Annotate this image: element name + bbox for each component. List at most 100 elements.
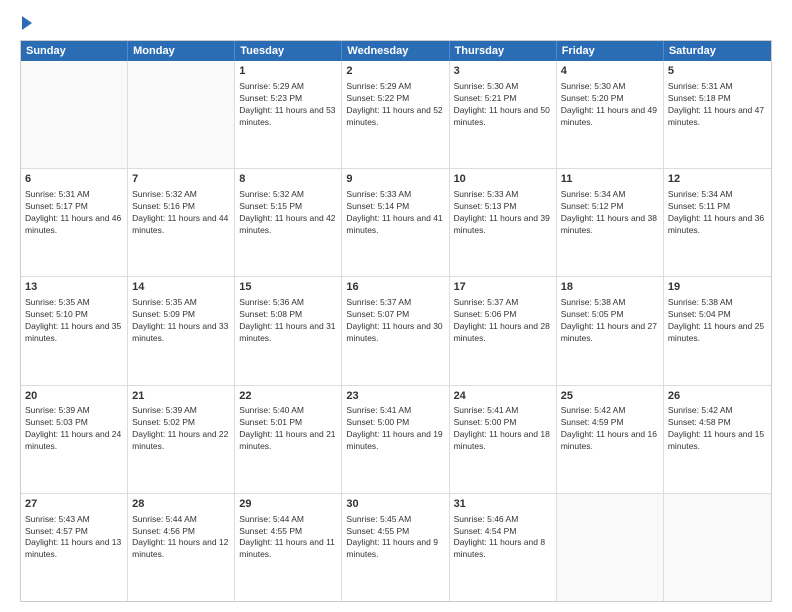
calendar-cell: 24Sunrise: 5:41 AM Sunset: 5:00 PM Dayli… [450, 386, 557, 493]
sun-info: Sunrise: 5:42 AM Sunset: 4:58 PM Dayligh… [668, 405, 767, 453]
weekday-header: Tuesday [235, 41, 342, 61]
calendar-body: 1 Sunrise: 5:29 AM Sunset: 5:23 PM Daylig… [21, 61, 771, 601]
day-number: 25 [561, 389, 659, 404]
sun-info: Sunrise: 5:39 AM Sunset: 5:02 PM Dayligh… [132, 405, 230, 453]
sun-info: Sunrise: 5:39 AM Sunset: 5:03 PM Dayligh… [25, 405, 123, 453]
sun-info: Sunrise: 5:38 AM Sunset: 5:04 PM Dayligh… [668, 297, 767, 345]
calendar-cell: 20Sunrise: 5:39 AM Sunset: 5:03 PM Dayli… [21, 386, 128, 493]
sun-info: Sunrise: 5:41 AM Sunset: 5:00 PM Dayligh… [454, 405, 552, 453]
day-number: 17 [454, 280, 552, 295]
sun-info: Sunrise: 5:32 AM Sunset: 5:15 PM Dayligh… [239, 189, 337, 237]
calendar-cell: 5 Sunrise: 5:31 AM Sunset: 5:18 PM Daylig… [664, 61, 771, 168]
day-number: 12 [668, 172, 767, 187]
day-number: 3 [454, 64, 552, 79]
day-number: 21 [132, 389, 230, 404]
calendar-cell: 11Sunrise: 5:34 AM Sunset: 5:12 PM Dayli… [557, 169, 664, 276]
calendar-cell: 25Sunrise: 5:42 AM Sunset: 4:59 PM Dayli… [557, 386, 664, 493]
calendar-cell: 30 Sunrise: 5:45 AM Sunset: 4:55 PM Dayli… [342, 494, 449, 601]
day-number: 9 [346, 172, 444, 187]
sun-info: Sunrise: 5:34 AM Sunset: 5:12 PM Dayligh… [561, 189, 659, 237]
calendar-cell: 31Sunrise: 5:46 AM Sunset: 4:54 PM Dayli… [450, 494, 557, 601]
calendar-week-row: 27 Sunrise: 5:43 AM Sunset: 4:57 PM Dayli… [21, 494, 771, 601]
weekday-header: Wednesday [342, 41, 449, 61]
day-number: 14 [132, 280, 230, 295]
calendar-cell [664, 494, 771, 601]
header [20, 18, 772, 30]
calendar-cell: 19 Sunrise: 5:38 AM Sunset: 5:04 PM Dayli… [664, 277, 771, 384]
calendar-cell: 27 Sunrise: 5:43 AM Sunset: 4:57 PM Dayli… [21, 494, 128, 601]
day-number: 18 [561, 280, 659, 295]
calendar-cell: 14Sunrise: 5:35 AM Sunset: 5:09 PM Dayli… [128, 277, 235, 384]
day-number: 10 [454, 172, 552, 187]
calendar-cell: 8Sunrise: 5:32 AM Sunset: 5:15 PM Daylig… [235, 169, 342, 276]
sun-info: Sunrise: 5:45 AM Sunset: 4:55 PM Dayligh… [346, 514, 444, 562]
sun-info: Sunrise: 5:44 AM Sunset: 4:55 PM Dayligh… [239, 514, 337, 562]
weekday-header: Sunday [21, 41, 128, 61]
sun-info: Sunrise: 5:30 AM Sunset: 5:21 PM Dayligh… [454, 81, 552, 129]
sun-info: Sunrise: 5:33 AM Sunset: 5:13 PM Dayligh… [454, 189, 552, 237]
calendar-cell: 6Sunrise: 5:31 AM Sunset: 5:17 PM Daylig… [21, 169, 128, 276]
day-number: 7 [132, 172, 230, 187]
day-number: 30 [346, 497, 444, 512]
day-number: 24 [454, 389, 552, 404]
page: SundayMondayTuesdayWednesdayThursdayFrid… [0, 0, 792, 612]
sun-info: Sunrise: 5:36 AM Sunset: 5:08 PM Dayligh… [239, 297, 337, 345]
sun-info: Sunrise: 5:43 AM Sunset: 4:57 PM Dayligh… [25, 514, 123, 562]
sun-info: Sunrise: 5:34 AM Sunset: 5:11 PM Dayligh… [668, 189, 767, 237]
calendar-cell: 21Sunrise: 5:39 AM Sunset: 5:02 PM Dayli… [128, 386, 235, 493]
calendar-cell [128, 61, 235, 168]
sun-info: Sunrise: 5:40 AM Sunset: 5:01 PM Dayligh… [239, 405, 337, 453]
weekday-header: Saturday [664, 41, 771, 61]
day-number: 2 [346, 64, 444, 79]
weekday-header: Thursday [450, 41, 557, 61]
day-number: 29 [239, 497, 337, 512]
sun-info: Sunrise: 5:33 AM Sunset: 5:14 PM Dayligh… [346, 189, 444, 237]
day-number: 6 [25, 172, 123, 187]
sun-info: Sunrise: 5:35 AM Sunset: 5:10 PM Dayligh… [25, 297, 123, 345]
calendar-cell: 2 Sunrise: 5:29 AM Sunset: 5:22 PM Daylig… [342, 61, 449, 168]
calendar-week-row: 20Sunrise: 5:39 AM Sunset: 5:03 PM Dayli… [21, 386, 771, 494]
day-number: 5 [668, 64, 767, 79]
logo-arrow-icon [22, 16, 32, 30]
sun-info: Sunrise: 5:38 AM Sunset: 5:05 PM Dayligh… [561, 297, 659, 345]
day-number: 1 [239, 64, 337, 79]
sun-info: Sunrise: 5:31 AM Sunset: 5:18 PM Dayligh… [668, 81, 767, 129]
day-number: 23 [346, 389, 444, 404]
sun-info: Sunrise: 5:32 AM Sunset: 5:16 PM Dayligh… [132, 189, 230, 237]
calendar-cell: 29 Sunrise: 5:44 AM Sunset: 4:55 PM Dayli… [235, 494, 342, 601]
calendar-cell: 16Sunrise: 5:37 AM Sunset: 5:07 PM Dayli… [342, 277, 449, 384]
weekday-header: Friday [557, 41, 664, 61]
day-number: 19 [668, 280, 767, 295]
day-number: 28 [132, 497, 230, 512]
calendar: SundayMondayTuesdayWednesdayThursdayFrid… [20, 40, 772, 602]
day-number: 4 [561, 64, 659, 79]
calendar-cell: 26Sunrise: 5:42 AM Sunset: 4:58 PM Dayli… [664, 386, 771, 493]
sun-info: Sunrise: 5:41 AM Sunset: 5:00 PM Dayligh… [346, 405, 444, 453]
day-number: 22 [239, 389, 337, 404]
day-number: 26 [668, 389, 767, 404]
calendar-cell: 12 Sunrise: 5:34 AM Sunset: 5:11 PM Dayli… [664, 169, 771, 276]
calendar-cell [21, 61, 128, 168]
calendar-cell: 3 Sunrise: 5:30 AM Sunset: 5:21 PM Daylig… [450, 61, 557, 168]
calendar-cell: 10 Sunrise: 5:33 AM Sunset: 5:13 PM Dayli… [450, 169, 557, 276]
day-number: 27 [25, 497, 123, 512]
day-number: 15 [239, 280, 337, 295]
calendar-cell: 9 Sunrise: 5:33 AM Sunset: 5:14 PM Daylig… [342, 169, 449, 276]
sun-info: Sunrise: 5:29 AM Sunset: 5:22 PM Dayligh… [346, 81, 444, 129]
calendar-cell: 13Sunrise: 5:35 AM Sunset: 5:10 PM Dayli… [21, 277, 128, 384]
sun-info: Sunrise: 5:46 AM Sunset: 4:54 PM Dayligh… [454, 514, 552, 562]
calendar-cell: 1 Sunrise: 5:29 AM Sunset: 5:23 PM Daylig… [235, 61, 342, 168]
calendar-cell: 4Sunrise: 5:30 AM Sunset: 5:20 PM Daylig… [557, 61, 664, 168]
calendar-header: SundayMondayTuesdayWednesdayThursdayFrid… [21, 41, 771, 61]
sun-info: Sunrise: 5:44 AM Sunset: 4:56 PM Dayligh… [132, 514, 230, 562]
calendar-cell: 17Sunrise: 5:37 AM Sunset: 5:06 PM Dayli… [450, 277, 557, 384]
day-number: 16 [346, 280, 444, 295]
sun-info: Sunrise: 5:29 AM Sunset: 5:23 PM Dayligh… [239, 81, 337, 129]
logo [20, 18, 32, 30]
weekday-header: Monday [128, 41, 235, 61]
calendar-cell: 23Sunrise: 5:41 AM Sunset: 5:00 PM Dayli… [342, 386, 449, 493]
calendar-week-row: 13Sunrise: 5:35 AM Sunset: 5:10 PM Dayli… [21, 277, 771, 385]
calendar-cell: 18 Sunrise: 5:38 AM Sunset: 5:05 PM Dayli… [557, 277, 664, 384]
sun-info: Sunrise: 5:42 AM Sunset: 4:59 PM Dayligh… [561, 405, 659, 453]
calendar-cell: 15 Sunrise: 5:36 AM Sunset: 5:08 PM Dayli… [235, 277, 342, 384]
